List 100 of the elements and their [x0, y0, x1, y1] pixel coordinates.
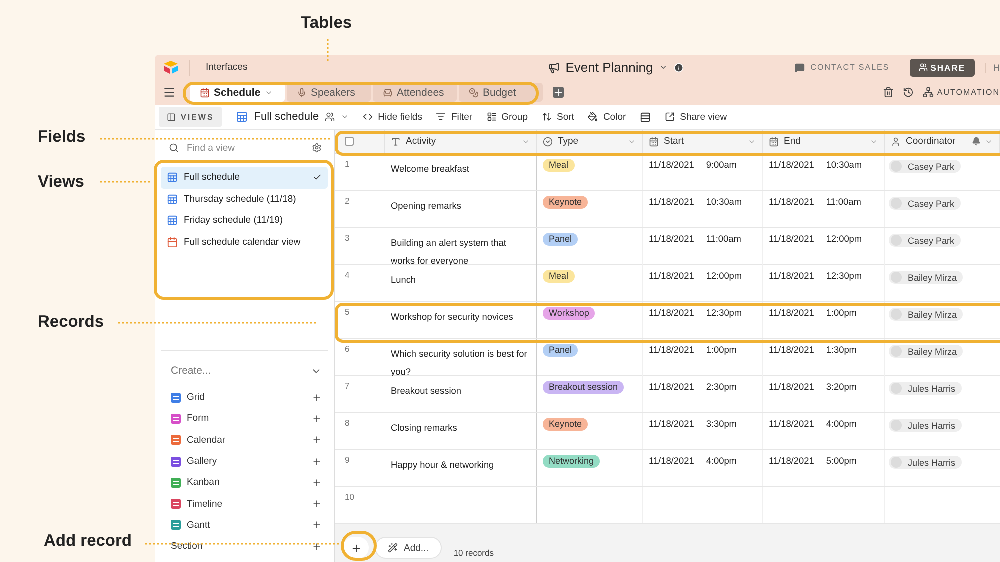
leader-line [327, 38, 329, 63]
grid-icon [167, 215, 178, 226]
table-cell-text: 11/18/2021 [649, 270, 694, 283]
table-cell-text: 5:00pm [826, 455, 857, 468]
trash-icon[interactable] [883, 87, 894, 98]
select-all-checkbox[interactable] [345, 137, 354, 146]
row-height-icon[interactable] [640, 112, 652, 122]
bell-icon[interactable] [972, 137, 981, 146]
create-view-item[interactable]: Kanban [171, 472, 322, 494]
view-name-button[interactable]: Full schedule [236, 111, 350, 123]
record-count: 10 records [454, 548, 494, 558]
filter-icon [436, 112, 446, 122]
table-cell: Breakout session [391, 386, 462, 396]
callout-label: Fields [38, 128, 86, 147]
create-menu-button[interactable]: Create... [171, 361, 322, 381]
avatar-icon [891, 420, 902, 431]
grid-icon [236, 111, 248, 123]
table-cell-text: 11/18/2021 [649, 233, 694, 246]
info-icon[interactable] [674, 62, 684, 72]
table-cell-text: 11/18/2021 [649, 455, 694, 468]
interfaces-link[interactable]: Interfaces [206, 62, 248, 73]
coordinator-pill: Casey Park [889, 160, 961, 173]
column-header[interactable]: Activity [385, 130, 537, 153]
toolbar-button[interactable]: Filter [436, 112, 473, 122]
menu-icon[interactable] [163, 86, 176, 99]
toolbar-button[interactable]: Group [486, 112, 528, 122]
row-number: 10 [344, 491, 356, 504]
column-header[interactable]: Coordinator [885, 130, 1000, 153]
row-number: 2 [344, 195, 351, 208]
table-cell: Happy hour & networking [391, 460, 494, 470]
coordinator-pill: Bailey Mirza [889, 345, 964, 358]
armchair-icon [383, 88, 393, 98]
search-icon [169, 143, 179, 153]
header-item[interactable]: H [984, 62, 1000, 72]
table-cell-text: 11/18/2021 [769, 455, 814, 468]
column-header[interactable]: Type [537, 130, 643, 153]
leader-line [99, 181, 151, 183]
share-button[interactable]: SHARE [910, 58, 974, 76]
table-cell-text: 3:20pm [826, 381, 857, 394]
avatar-icon [891, 198, 902, 209]
callout-label: Records [38, 313, 104, 332]
table-cell-text: 12:00pm [826, 233, 862, 246]
base-title[interactable]: Event Planning [566, 60, 654, 75]
column-header[interactable]: End [763, 130, 885, 153]
contact-sales-button[interactable]: CONTACT SALES [794, 62, 890, 72]
plus-icon [312, 478, 322, 488]
row-number: 3 [344, 232, 351, 245]
history-icon[interactable] [903, 87, 914, 98]
type-tag: Panel [543, 233, 578, 246]
create-view-item[interactable]: Grid [171, 387, 322, 408]
views-button[interactable]: VIEWS [159, 107, 222, 127]
table-cell-text: 11/18/2021 [769, 270, 814, 283]
sidebar-icon [167, 112, 176, 122]
table-cell-text: 3:30pm [706, 418, 737, 431]
table-cell-text: 11/18/2021 [769, 418, 814, 431]
chat-bubble-icon [794, 62, 805, 72]
row-number: 9 [344, 454, 351, 467]
row-number: 4 [344, 269, 351, 282]
type-tag: Keynote [543, 418, 588, 431]
network-icon [923, 87, 934, 98]
create-view-item[interactable]: Calendar [171, 430, 322, 451]
add-button[interactable]: Add... [375, 537, 442, 559]
coordinator-pill: Jules Harris [889, 419, 962, 432]
search-field[interactable]: Find a view [185, 142, 306, 154]
create-view-item[interactable]: Gantt [171, 514, 322, 536]
toolbar-button[interactable]: Sort [542, 112, 574, 122]
view-item[interactable]: Friday schedule (11/19) [161, 210, 328, 232]
plus-icon [312, 542, 322, 552]
create-view-item[interactable]: Gallery [171, 450, 322, 472]
automation-button[interactable]: AUTOMATION [923, 87, 1000, 98]
date-field-icon [649, 136, 659, 146]
coordinator-pill: Bailey Mirza [889, 271, 964, 284]
settings-icon[interactable] [312, 143, 322, 153]
avatar-icon [891, 235, 902, 246]
view-item[interactable]: Full schedule [161, 167, 328, 188]
row-number: 8 [344, 417, 351, 430]
view-item[interactable]: Full schedule calendar view [161, 232, 328, 253]
table-cell-text: 1:00pm [826, 307, 857, 320]
create-view-item[interactable]: Form [171, 408, 322, 430]
share-icon [665, 112, 676, 122]
view-item[interactable]: Thursday schedule (11/18) [161, 188, 328, 210]
caret-icon[interactable] [659, 63, 668, 72]
logo-icon[interactable] [163, 61, 179, 74]
table-cell-text: 11/18/2021 [769, 159, 814, 172]
coordinator-pill: Casey Park [889, 197, 961, 210]
type-tag: Meal [543, 270, 575, 283]
sort-icon [542, 112, 552, 122]
column-header[interactable]: Start [643, 130, 763, 153]
toolbar-button[interactable]: Hide fields [363, 112, 422, 122]
toolbar-button[interactable]: Color [588, 112, 626, 122]
microphone-icon [297, 88, 307, 98]
create-view-item[interactable]: Timeline [171, 493, 322, 515]
type-tag: Breakout session [543, 381, 624, 394]
user-icon [891, 136, 901, 146]
timeline-view-icon [171, 499, 181, 510]
toolbar-button[interactable]: Share view [665, 112, 728, 122]
add-table-icon[interactable] [553, 87, 564, 98]
check-icon [313, 173, 322, 182]
select-field-icon [543, 136, 553, 146]
table-cell-text: 11/18/2021 [649, 381, 694, 394]
